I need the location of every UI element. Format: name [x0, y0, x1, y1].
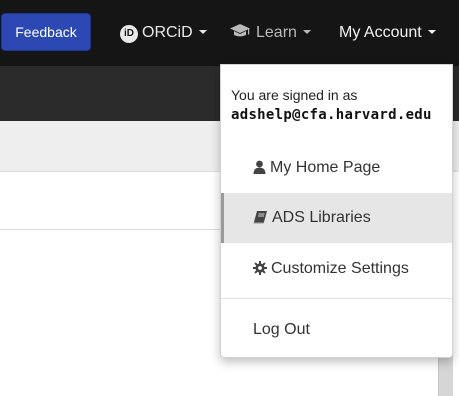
- chevron-down-icon: [427, 30, 436, 34]
- my-home-page-label: My Home Page: [270, 159, 381, 176]
- orcid-label: ORCiD: [142, 24, 193, 41]
- signed-in-text: You are signed in as: [231, 87, 358, 103]
- customize-settings-link[interactable]: Customize Settings: [221, 244, 452, 294]
- content-divider: [0, 229, 230, 230]
- customize-settings-label: Customize Settings: [271, 260, 409, 277]
- log-out-link[interactable]: Log Out: [221, 305, 452, 355]
- ads-libraries-label: ADS Libraries: [272, 209, 371, 226]
- gear-icon: [253, 246, 267, 296]
- user-icon: [253, 145, 266, 195]
- account-dropdown-menu: You are signed in as adshelp@cfa.harvard…: [220, 64, 453, 358]
- my-account-menu[interactable]: My Account: [339, 20, 436, 46]
- feedback-button[interactable]: Feedback: [1, 13, 91, 51]
- log-out-label: Log Out: [253, 321, 310, 338]
- ads-libraries-link[interactable]: ADS Libraries: [221, 193, 452, 243]
- orcid-icon: iD: [120, 25, 138, 43]
- my-account-label: My Account: [339, 24, 422, 41]
- book-icon: [253, 195, 268, 245]
- graduation-cap-icon: [229, 22, 251, 48]
- chevron-down-icon: [198, 30, 207, 34]
- menu-divider: [221, 298, 452, 299]
- top-navbar: Feedback iD ORCiD Learn My Account: [0, 0, 459, 66]
- chevron-down-icon: [302, 30, 311, 34]
- learn-menu[interactable]: Learn: [229, 20, 311, 46]
- learn-label: Learn: [256, 24, 297, 41]
- my-home-page-link[interactable]: My Home Page: [221, 143, 452, 193]
- user-email: adshelp@cfa.harvard.edu: [231, 107, 432, 123]
- page: Feedback iD ORCiD Learn My Account You ar…: [0, 0, 459, 396]
- orcid-menu[interactable]: iD ORCiD: [120, 20, 207, 46]
